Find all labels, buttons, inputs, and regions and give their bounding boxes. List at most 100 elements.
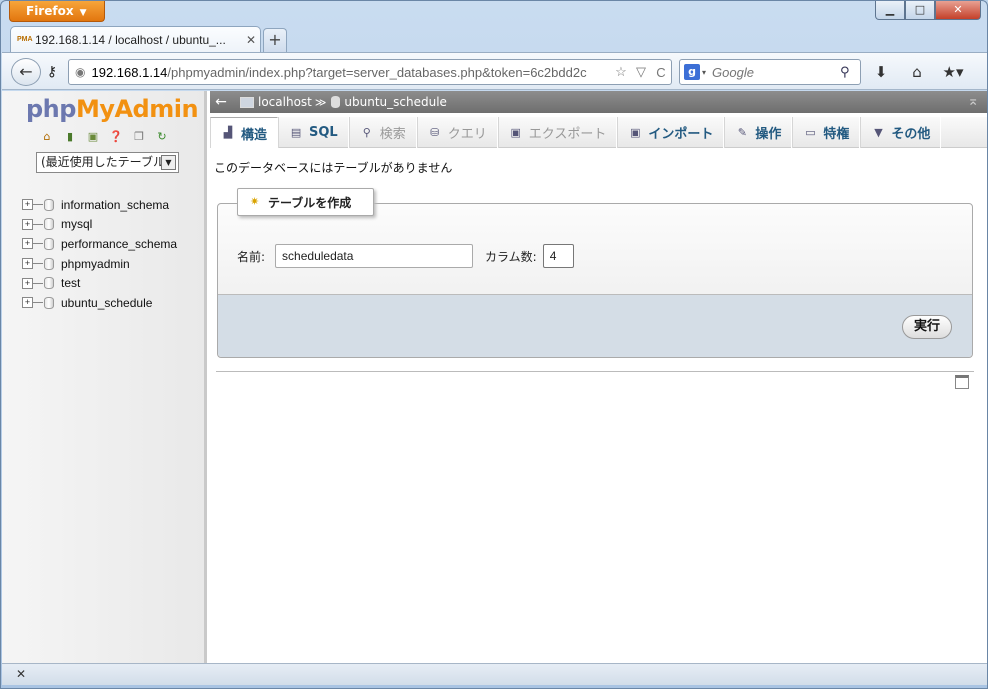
pma-favicon-icon: PMA bbox=[17, 35, 33, 43]
expand-icon[interactable]: + bbox=[22, 277, 33, 289]
tree-line bbox=[33, 243, 43, 245]
search-input[interactable]: Google bbox=[706, 65, 840, 80]
close-addon-bar-icon[interactable]: ✕ bbox=[16, 667, 26, 681]
database-item[interactable]: + phpmyadmin bbox=[22, 254, 177, 274]
database-item[interactable]: + test bbox=[22, 273, 177, 293]
database-icon bbox=[44, 218, 54, 231]
firefox-menu-button[interactable]: Firefox ▼ bbox=[9, 1, 105, 22]
url-path: /phpmyadmin/index.php?target=server_data… bbox=[167, 64, 587, 80]
close-window-button[interactable]: ✕ bbox=[935, 1, 981, 20]
search-bar[interactable]: g ▾ Google ⚲ bbox=[679, 59, 861, 85]
identity-key-icon[interactable]: ⚷ bbox=[40, 60, 64, 84]
tab-structure[interactable]: ▟ 構造 bbox=[210, 117, 279, 148]
collapse-nav-icon[interactable]: ← bbox=[210, 94, 232, 110]
tab-query: ⛁ クエリ bbox=[416, 117, 498, 148]
toolbar-icons: ⬇ ⌂ ★▾ bbox=[870, 61, 964, 83]
tab-import[interactable]: ▣ インポート bbox=[617, 117, 725, 148]
google-engine-icon[interactable]: g bbox=[684, 64, 700, 80]
tab-label: 構造 bbox=[241, 127, 268, 143]
columns-count-input[interactable]: 4 bbox=[542, 244, 574, 268]
breadcrumb-separator: ≫ bbox=[314, 95, 327, 109]
wrench-icon: ✎ bbox=[737, 125, 747, 139]
navigation-toolbar: ← ⚷ ◉ 192.168.1.14/phpmyadmin/index.php?… bbox=[2, 52, 987, 90]
collapse-top-icon[interactable]: ⌅ bbox=[967, 93, 979, 109]
tab-label: SQL bbox=[309, 125, 338, 140]
logout-icon[interactable]: ▮ bbox=[63, 130, 77, 144]
docs-icon[interactable]: ❓ bbox=[109, 130, 123, 144]
search-icon[interactable]: ⚲ bbox=[840, 65, 860, 80]
addon-bar: ✕ bbox=[2, 663, 987, 685]
go-button[interactable]: 実行 bbox=[902, 315, 952, 339]
more-icon: ▼ bbox=[874, 125, 883, 139]
tab-wrench[interactable]: ✎ 操作 bbox=[724, 117, 793, 148]
database-icon bbox=[44, 198, 54, 211]
breadcrumb-server-label: localhost bbox=[258, 95, 312, 109]
copy-icon[interactable]: ❐ bbox=[132, 130, 146, 144]
home-icon[interactable]: ⌂ bbox=[40, 130, 54, 144]
reload-icon[interactable]: C bbox=[651, 65, 671, 80]
expand-icon[interactable]: + bbox=[22, 199, 33, 211]
back-button[interactable]: ← bbox=[11, 58, 41, 86]
database-name: mysql bbox=[61, 217, 93, 232]
tab-label: インポート bbox=[648, 127, 714, 142]
new-tab-button[interactable]: + bbox=[263, 28, 287, 52]
recent-tables-value: (最近使用したテーブル) bbox=[41, 155, 170, 169]
browser-tab[interactable]: PMA 192.168.1.14 / localhost / ubuntu_..… bbox=[10, 26, 261, 52]
tree-line bbox=[33, 223, 43, 225]
database-item[interactable]: + ubuntu_schedule bbox=[22, 293, 177, 313]
database-item[interactable]: + performance_schema bbox=[22, 234, 177, 254]
privileges-icon: ▭ bbox=[805, 125, 816, 139]
tab-sql[interactable]: ▤ SQL bbox=[278, 117, 349, 148]
download-icon[interactable]: ⬇ bbox=[870, 61, 892, 83]
phpmyadmin-logo[interactable]: phpMyAdmin bbox=[26, 95, 199, 123]
no-tables-message: このデータベースにはテーブルがありません bbox=[214, 161, 453, 175]
new-table-icon: ✷ bbox=[250, 195, 260, 208]
tree-line bbox=[33, 204, 43, 206]
database-name: phpmyadmin bbox=[61, 256, 130, 271]
tab-export: ▣ エクスポート bbox=[497, 117, 618, 148]
site-globe-icon: ◉ bbox=[75, 65, 86, 79]
minimize-button[interactable]: ▁ bbox=[875, 1, 905, 20]
tab-more[interactable]: ▼ その他 bbox=[860, 117, 942, 148]
tab-close-icon[interactable]: ✕ bbox=[242, 33, 260, 47]
breadcrumb-server[interactable]: localhost bbox=[240, 95, 312, 109]
tree-line bbox=[33, 282, 43, 284]
history-dropdown-icon[interactable]: ▽ bbox=[631, 64, 651, 80]
tab-label: エクスポート bbox=[528, 127, 607, 142]
expand-icon[interactable]: + bbox=[22, 218, 33, 230]
query-window-icon[interactable]: ▣ bbox=[86, 130, 100, 144]
breadcrumb-database[interactable]: ubuntu_schedule bbox=[331, 95, 447, 109]
database-name: ubuntu_schedule bbox=[61, 295, 153, 310]
database-item[interactable]: + mysql bbox=[22, 215, 177, 235]
chevron-down-icon: ▼ bbox=[79, 8, 87, 18]
navigation-panel: phpMyAdmin ⌂ ▮ ▣ ❓ ❐ ↻ (最近使用したテーブル) ▼ + in… bbox=[2, 91, 207, 663]
tab-label: 操作 bbox=[755, 127, 782, 142]
database-name: information_schema bbox=[61, 197, 170, 212]
reload-icon[interactable]: ↻ bbox=[155, 130, 169, 144]
maximize-button[interactable]: □ bbox=[905, 1, 935, 20]
recent-tables-select[interactable]: (最近使用したテーブル) ▼ bbox=[36, 152, 179, 173]
chevron-down-icon: ▼ bbox=[161, 155, 176, 170]
tab-privileges[interactable]: ▭ 特権 bbox=[792, 117, 861, 148]
create-table-footer: 実行 bbox=[218, 294, 972, 357]
bookmarks-menu-icon[interactable]: ★▾ bbox=[942, 61, 964, 83]
url-host: 192.168.1.14 bbox=[91, 64, 168, 80]
console-note-icon[interactable] bbox=[955, 375, 969, 389]
search-icon: ⚲ bbox=[362, 125, 371, 139]
divider bbox=[216, 371, 974, 372]
url-bar[interactable]: ◉ 192.168.1.14/phpmyadmin/index.php?targ… bbox=[68, 59, 672, 85]
expand-icon[interactable]: + bbox=[22, 238, 33, 250]
home-icon[interactable]: ⌂ bbox=[906, 61, 928, 83]
table-name-input[interactable]: scheduledata bbox=[275, 244, 474, 268]
tab-search: ⚲ 検索 bbox=[348, 117, 417, 148]
structure-icon: ▟ bbox=[223, 126, 233, 139]
tab-label: 特権 bbox=[823, 127, 850, 142]
import-icon: ▣ bbox=[630, 125, 641, 139]
database-item[interactable]: + information_schema bbox=[22, 195, 177, 215]
tab-label: 検索 bbox=[379, 127, 406, 142]
logo-php: php bbox=[26, 95, 76, 123]
expand-icon[interactable]: + bbox=[22, 258, 33, 270]
bookmark-star-icon[interactable]: ☆ bbox=[611, 64, 631, 80]
expand-icon[interactable]: + bbox=[22, 297, 33, 309]
main-panel: ← localhost ≫ ubuntu_schedule ⌅ ▟ 構造 ▤ SQL ⚲… bbox=[210, 91, 987, 663]
